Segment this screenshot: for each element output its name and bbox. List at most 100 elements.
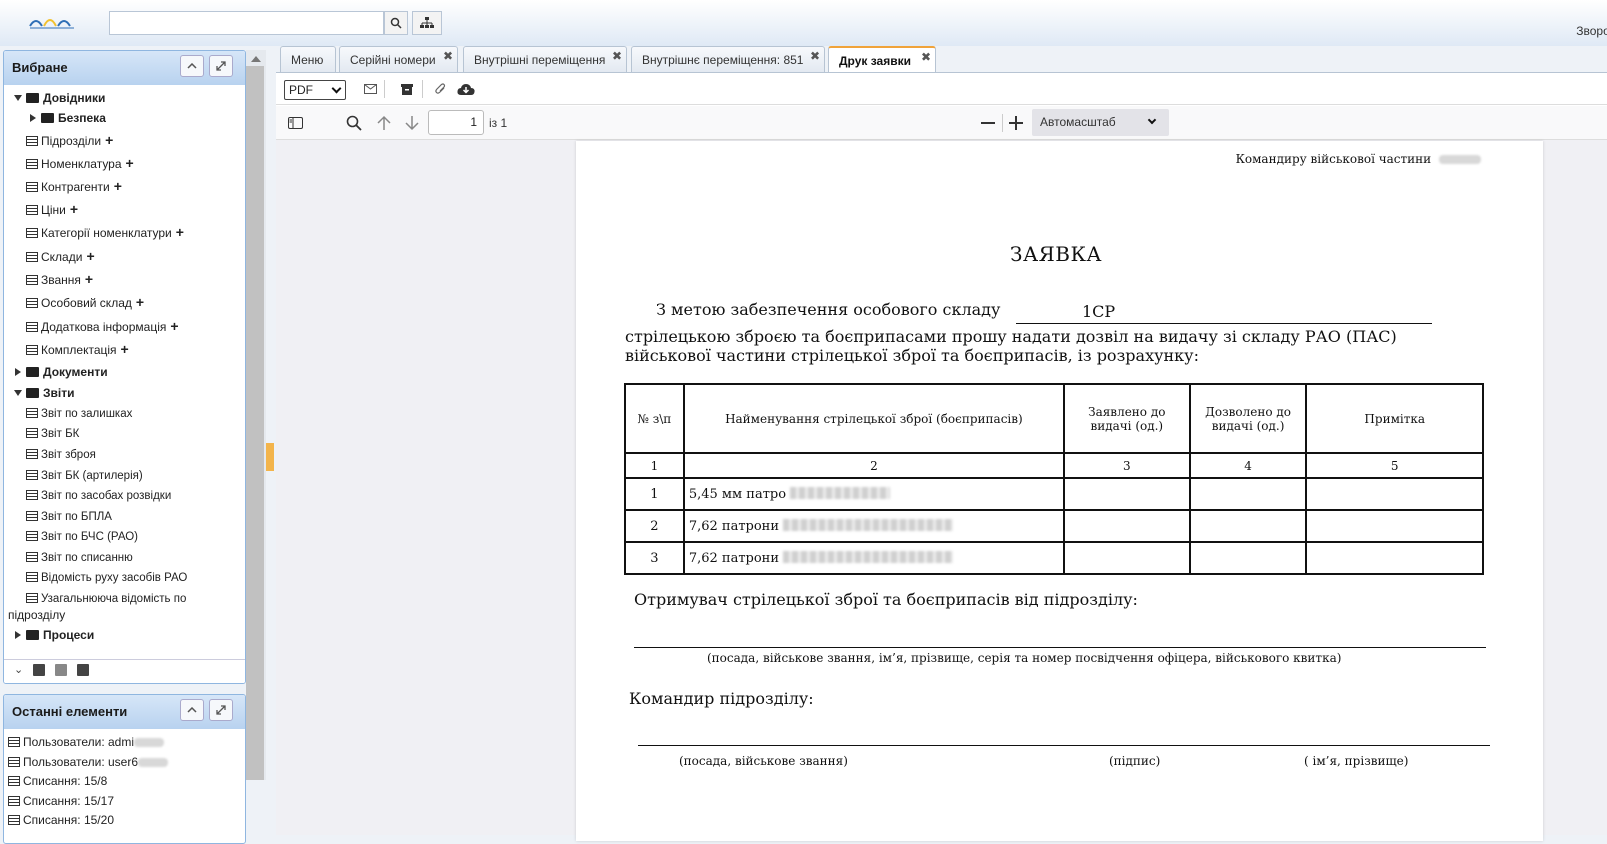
tree-item[interactable]: Звіт по засобах розвідки [26,487,171,505]
zoom-in-icon[interactable] [1008,115,1024,131]
tab-print-request[interactable]: Друк заявки ✖ [828,46,936,72]
add-icon[interactable]: + [121,341,129,357]
tree-item[interactable]: Звіт по списанню [26,549,133,567]
redacted-text [783,518,954,531]
feedback-link[interactable]: Зворот [1576,24,1607,38]
tree-item[interactable]: Контрагенти + [26,177,122,195]
next-page-icon[interactable] [404,115,420,131]
recent-title: Останні елементи [12,704,128,719]
tree-item-label: Ціни [41,203,66,217]
tree-item-label: Звіт по БПЛА [41,511,112,523]
add-icon[interactable]: + [126,155,134,171]
recent-item[interactable]: Списання: 15/8 [8,772,107,790]
list-icon [26,182,38,192]
tree-item[interactable]: Звіт зброя [26,446,96,464]
maximize-button[interactable] [209,55,233,77]
tab-menu[interactable]: Меню [280,46,336,72]
close-icon[interactable]: ✖ [443,49,453,63]
tab-internal-transfers[interactable]: Внутрішні переміщення ✖ [463,46,627,72]
tree-folder[interactable]: Безпека [30,109,106,127]
recent-collapse-button[interactable] [180,699,204,721]
archive-icon[interactable] [400,82,414,96]
chevron-down-icon[interactable] [14,390,22,396]
chevron-right-icon[interactable] [15,368,21,376]
tree-item-label: Звання [41,273,81,287]
tree-folder[interactable]: Процеси [15,626,94,644]
tree-item[interactable]: Комплектація + [26,340,129,358]
attachment-icon[interactable] [434,82,448,96]
scroll-up-icon[interactable] [251,56,261,62]
search-icon [390,17,402,29]
vertical-scrollbar[interactable] [246,66,264,780]
list-icon [8,757,20,767]
collapse-button[interactable] [180,55,204,77]
add-icon[interactable]: + [114,178,122,194]
search-button[interactable] [384,11,408,35]
tab-internal-transfer-851[interactable]: Внутрішнє переміщення: 851 ✖ [631,46,825,72]
sitemap-icon [420,17,434,28]
cloud-download-icon[interactable] [457,82,475,96]
pdf-page: Командиру військової частини ЗАЯВКА З ме… [576,141,1543,841]
add-icon[interactable]: + [136,294,144,310]
tree-item[interactable]: Номенклатура + [26,154,134,172]
add-icon[interactable]: + [176,224,184,240]
tree-item[interactable]: Відомість руху засобів РАО [26,569,187,587]
folder-icon[interactable] [33,664,46,676]
recent-item[interactable]: Пользователи: admi [8,733,164,751]
page-number-input[interactable]: 1 [428,110,484,135]
tree-folder[interactable]: Звіти [14,384,74,402]
zoom-out-icon[interactable] [980,115,996,131]
tree-item-continued[interactable]: підрозділу [8,606,65,624]
tree-item[interactable]: Склади + [26,247,95,265]
close-icon[interactable]: ✖ [612,49,622,63]
commander-label: Командир підрозділу: [629,689,814,708]
tree-folder[interactable]: Документи [15,363,108,381]
tree-item[interactable]: Підрозділи + [26,131,113,149]
tree-folder[interactable]: Довідники [14,89,105,107]
structure-button[interactable] [412,11,442,35]
tree-item-label: Звіт по списанню [41,552,133,564]
add-icon[interactable]: + [85,271,93,287]
tree-item[interactable]: Звіт по БПЛА [26,508,112,526]
close-icon[interactable]: ✖ [810,49,820,63]
recent-item[interactable]: Списання: 15/20 [8,811,114,829]
tree-item[interactable]: Категорії номенклатури + [26,223,184,241]
format-select[interactable]: PDF [284,80,346,100]
app-logo[interactable] [28,12,78,32]
add-icon[interactable]: + [105,132,113,148]
tree-item[interactable]: Звіт по БЧС (РАО) [26,528,138,546]
add-icon[interactable]: + [170,318,178,334]
chevron-right-icon[interactable] [15,631,21,639]
receiver-label: Отримувач стрілецької зброї та боєприпас… [634,590,1138,609]
search-input[interactable] [109,11,384,35]
add-icon[interactable]: + [70,201,78,217]
add-icon[interactable]: + [86,248,94,264]
recent-item[interactable]: Пользователи: user6 [8,753,169,771]
tree-item[interactable]: Ціни + [26,200,78,218]
previous-page-icon[interactable] [376,115,392,131]
tab-serial-numbers[interactable]: Серійні номери ✖ [339,46,458,72]
tree-item[interactable]: Звіт БК [26,425,79,443]
expand-all-icon[interactable]: ⌄ [14,664,23,679]
edit-icon[interactable] [55,664,68,676]
tree-item[interactable]: Додаткова інформація + [26,317,179,335]
sidebar-toggle-icon[interactable] [287,115,303,131]
tree-item[interactable]: Особовий склад + [26,293,144,311]
chevron-right-icon[interactable] [30,114,36,122]
zoom-select[interactable]: Автомасштаб [1032,109,1169,136]
refresh-icon[interactable] [77,664,90,676]
chevron-down-icon[interactable] [14,95,22,101]
close-icon[interactable]: ✖ [921,50,931,64]
tree-item[interactable]: Звання + [26,270,93,288]
tree-item[interactable]: Звіт по залишках [26,405,132,423]
recent-item[interactable]: Списання: 15/17 [8,792,114,810]
expand-icon [216,705,226,715]
header-cell: Заявлено до видачі (од.) [1062,383,1191,454]
tree-item[interactable]: Звіт БК (артилерія) [26,467,143,485]
splitter-handle[interactable] [266,443,274,471]
recent-maximize-button[interactable] [209,699,233,721]
favorites-tree: Довідники Безпека Підрозділи + Номенклатура +… [8,89,241,675]
email-icon[interactable] [363,82,377,96]
tree-item-label: Звіт по залишках [41,408,133,420]
find-icon[interactable] [346,115,362,131]
